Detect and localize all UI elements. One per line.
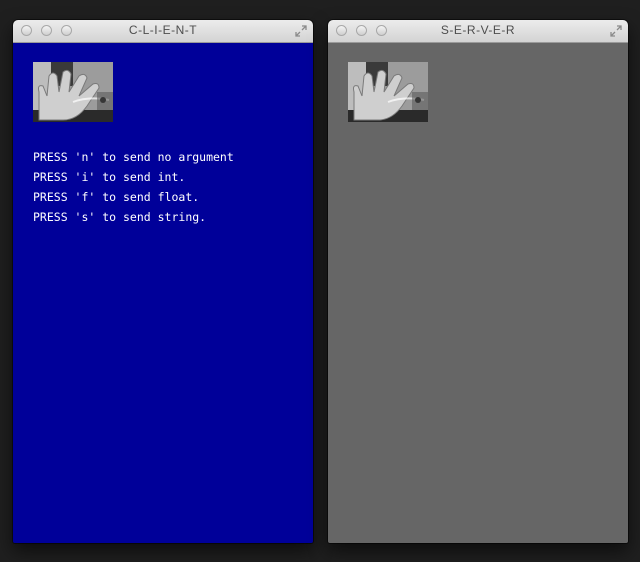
instruction-line: PRESS 'f' to send float. bbox=[33, 190, 200, 204]
server-canvas[interactable] bbox=[328, 43, 628, 543]
instruction-line: PRESS 'i' to send int. bbox=[33, 170, 186, 184]
client-window: C-L-I-E-N-T PRESS 'n' to send no argumen… bbox=[13, 20, 313, 543]
instruction-line: PRESS 's' to send string. bbox=[33, 210, 207, 224]
window-title: C-L-I-E-N-T bbox=[128, 23, 198, 37]
server-window: S-E-R-V-E-R bbox=[328, 20, 628, 543]
hand-webcam-image bbox=[348, 62, 428, 122]
client-canvas[interactable]: PRESS 'n' to send no argument PRESS 'i' … bbox=[13, 43, 313, 543]
client-titlebar[interactable]: C-L-I-E-N-T bbox=[13, 20, 313, 43]
fullscreen-icon[interactable] bbox=[294, 24, 308, 38]
instruction-list: PRESS 'n' to send no argument PRESS 'i' … bbox=[33, 147, 234, 227]
fullscreen-icon[interactable] bbox=[609, 24, 623, 38]
server-titlebar[interactable]: S-E-R-V-E-R bbox=[328, 20, 628, 43]
window-title: S-E-R-V-E-R bbox=[440, 23, 516, 37]
instruction-line: PRESS 'n' to send no argument bbox=[33, 150, 234, 164]
hand-webcam-image bbox=[33, 62, 113, 122]
